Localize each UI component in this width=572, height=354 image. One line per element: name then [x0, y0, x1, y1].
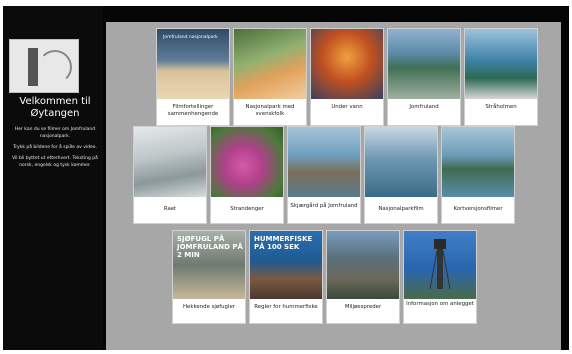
- display-screen: Velkommen til Øytangen Her kan du se fil…: [3, 6, 569, 350]
- tile-thumbnail: [234, 29, 306, 99]
- tile-caption: Miljøespreder: [344, 304, 382, 310]
- sidebar-description: Her kan du se filmer om Jomfruland nasjo…: [9, 126, 101, 173]
- video-tile-under-vann[interactable]: Under vann: [310, 28, 384, 126]
- video-tile-strandenger[interactable]: Strandenger: [210, 126, 284, 224]
- tile-caption: Under vann: [331, 104, 363, 110]
- tile-caption: Nasjonalpark med svenskfolk: [245, 104, 295, 117]
- tile-thumbnail: [211, 127, 283, 197]
- tile-thumbnail: Sjøfugl på Jomfruland på 2 min: [173, 231, 245, 299]
- video-tile-nasjonalparkfilm[interactable]: Nasjonalparkfilm: [364, 126, 438, 224]
- tile-caption: Filmfortellinger sammenhengende: [167, 104, 219, 117]
- tile-thumbnail: [134, 127, 206, 197]
- video-tile-jomfruland[interactable]: Jomfruland: [387, 28, 461, 126]
- video-tile-hekkende-sjofugler[interactable]: Sjøfugl på Jomfruland på 2 min Hekkende …: [172, 230, 246, 324]
- tile-caption: Strandenger: [230, 206, 264, 212]
- video-grid: Jomfruland nasjonalpark Filmfortellinger…: [106, 22, 561, 350]
- description-line-1: Her kan du se filmer om Jomfruland nasjo…: [14, 127, 96, 139]
- tower-icon: [429, 239, 451, 290]
- video-tile-skjaergard[interactable]: Skjærgård på Jomfruland: [287, 126, 361, 224]
- tile-thumbnail: [465, 29, 537, 99]
- tile-caption: Skjærgård på Jomfruland: [290, 203, 358, 209]
- tile-thumbnail: Jomfruland nasjonalpark: [157, 29, 229, 99]
- tile-caption: Kortversjonsfilmer: [453, 206, 503, 212]
- tile-thumbnail: [327, 231, 399, 299]
- tile-thumbnail: [388, 29, 460, 99]
- tile-caption: Jomfruland: [409, 104, 439, 110]
- video-tile-nasjonalpark[interactable]: Nasjonalpark med svenskfolk: [233, 28, 307, 126]
- video-tile-informasjon-anlegget[interactable]: Informasjon om anlegget: [403, 230, 477, 324]
- tile-caption: Nasjonalparkfilm: [378, 206, 424, 212]
- sidebar: Velkommen til Øytangen Her kan du se fil…: [3, 6, 103, 350]
- tile-caption: Hekkende sjøfugler: [183, 304, 235, 310]
- tile-caption: Stråholmen: [485, 104, 517, 110]
- video-tile-kortversjon[interactable]: Kortversjonsfilmer: [441, 126, 515, 224]
- tile-overlay-title: Hummerfiske på 100 sek: [254, 235, 313, 251]
- welcome-line-2: Øytangen: [30, 108, 80, 119]
- tile-caption: Informasjon om anlegget: [406, 301, 474, 307]
- welcome-title: Velkommen til Øytangen: [7, 96, 103, 120]
- tile-caption: Raet: [163, 206, 177, 212]
- logo-bar-icon: [28, 48, 38, 86]
- video-tile-regler-hummerfiske[interactable]: Hummerfiske på 100 sek Regler for hummer…: [249, 230, 323, 324]
- tile-thumbnail: [288, 127, 360, 197]
- park-logo: [9, 39, 79, 93]
- video-tile-straholmen[interactable]: Stråholmen: [464, 28, 538, 126]
- tile-caption: Regler for hummerfiske: [254, 304, 318, 310]
- tile-logo-tag: Jomfruland nasjonalpark: [163, 35, 218, 40]
- description-line-3: Vil bli byttet ut etterhvert. Teksting p…: [12, 156, 98, 168]
- description-line-2: Trykk på bildene for å spille av video.: [13, 145, 97, 150]
- tile-overlay-title: Sjøfugl på Jomfruland på 2 min: [177, 235, 243, 259]
- tile-thumbnail: [442, 127, 514, 197]
- logo-arc-icon: [38, 50, 72, 84]
- video-tile-raet[interactable]: Raet: [133, 126, 207, 224]
- tile-thumbnail: [404, 231, 476, 299]
- video-tile-miljoespreder[interactable]: Miljøespreder: [326, 230, 400, 324]
- tile-thumbnail: [311, 29, 383, 99]
- welcome-line-1: Velkommen til: [19, 96, 91, 107]
- tile-thumbnail: Hummerfiske på 100 sek: [250, 231, 322, 299]
- tile-thumbnail: [365, 127, 437, 197]
- video-tile-filmfortellinger[interactable]: Jomfruland nasjonalpark Filmfortellinger…: [156, 28, 230, 126]
